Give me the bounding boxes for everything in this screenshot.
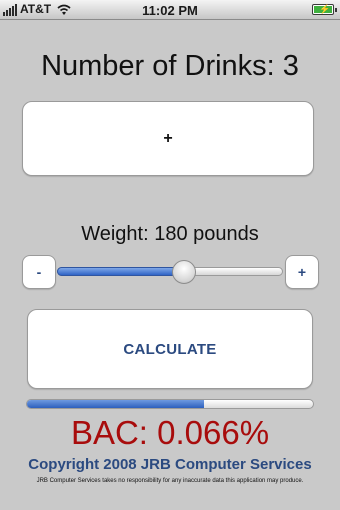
- bac-progress-bar: [26, 399, 314, 409]
- bac-progress-fill: [27, 400, 205, 408]
- weight-label: Weight: 180 pounds: [81, 223, 259, 245]
- status-time: 11:02 PM: [142, 3, 198, 18]
- add-drink-button[interactable]: +: [22, 101, 314, 176]
- copyright-text: Copyright 2008 JRB Computer Services: [28, 456, 312, 473]
- charging-bolt-icon: ⚡: [319, 4, 331, 14]
- drink-count-label: Number of Drinks: 3: [41, 50, 299, 82]
- battery-charging-icon: ⚡: [312, 4, 337, 15]
- decrease-weight-button[interactable]: -: [22, 255, 56, 289]
- increase-weight-button[interactable]: +: [285, 255, 319, 289]
- calculate-button[interactable]: CALCULATE: [27, 309, 313, 389]
- disclaimer-text: JRB Computer Services takes no responsib…: [36, 478, 304, 484]
- weight-slider[interactable]: [57, 260, 283, 284]
- slider-thumb[interactable]: [171, 260, 196, 284]
- status-bar: AT&T 11:02 PM ⚡: [0, 0, 340, 20]
- bac-result: BAC: 0.066%: [70, 414, 270, 451]
- slider-filled-track: [57, 267, 184, 276]
